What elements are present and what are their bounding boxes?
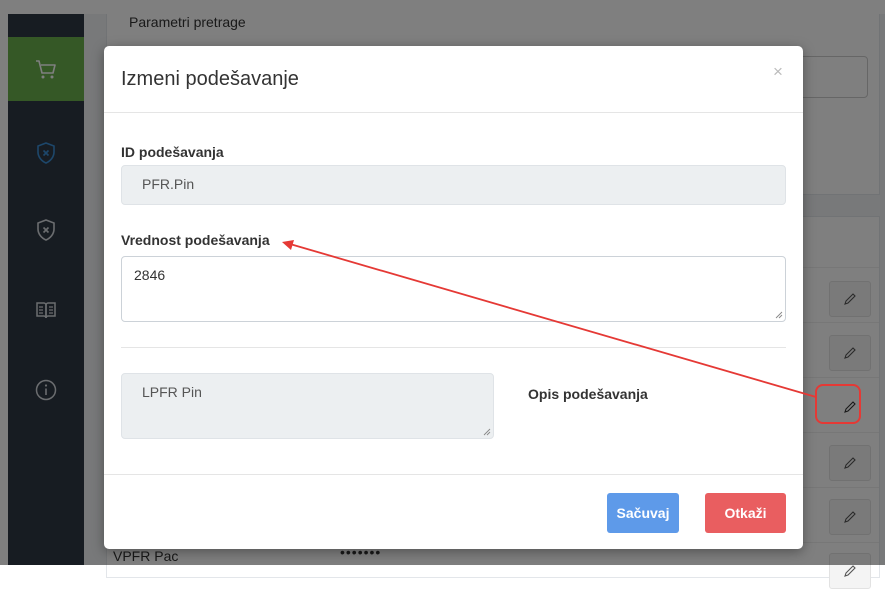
resize-handle-icon[interactable] bbox=[775, 311, 783, 319]
pencil-icon bbox=[844, 565, 856, 577]
setting-value-label: Vrednost podešavanja bbox=[121, 232, 270, 248]
modal-title: Izmeni podešavanje bbox=[121, 68, 299, 90]
close-icon[interactable]: × bbox=[773, 62, 783, 82]
modal-footer: Sačuvaj Otkaži bbox=[104, 474, 803, 550]
setting-id-label: ID podešavanja bbox=[121, 144, 224, 160]
setting-id-value: PFR.Pin bbox=[142, 176, 195, 192]
setting-description-label: Opis podešavanja bbox=[528, 386, 648, 402]
modal-header: Izmeni podešavanje × bbox=[104, 46, 803, 113]
save-button[interactable]: Sačuvaj bbox=[607, 493, 679, 533]
setting-description-value: LPFR Pin bbox=[142, 384, 202, 400]
cancel-button[interactable]: Otkaži bbox=[705, 493, 786, 533]
setting-description-field: LPFR Pin bbox=[121, 373, 494, 439]
setting-id-field: PFR.Pin bbox=[121, 165, 786, 205]
resize-handle-icon[interactable] bbox=[483, 428, 491, 436]
setting-value-textarea[interactable]: 2846 bbox=[121, 256, 786, 322]
edit-setting-modal: Izmeni podešavanje × ID podešavanja PFR.… bbox=[104, 46, 803, 549]
section-divider bbox=[121, 347, 786, 348]
setting-value-text: 2846 bbox=[134, 267, 166, 283]
